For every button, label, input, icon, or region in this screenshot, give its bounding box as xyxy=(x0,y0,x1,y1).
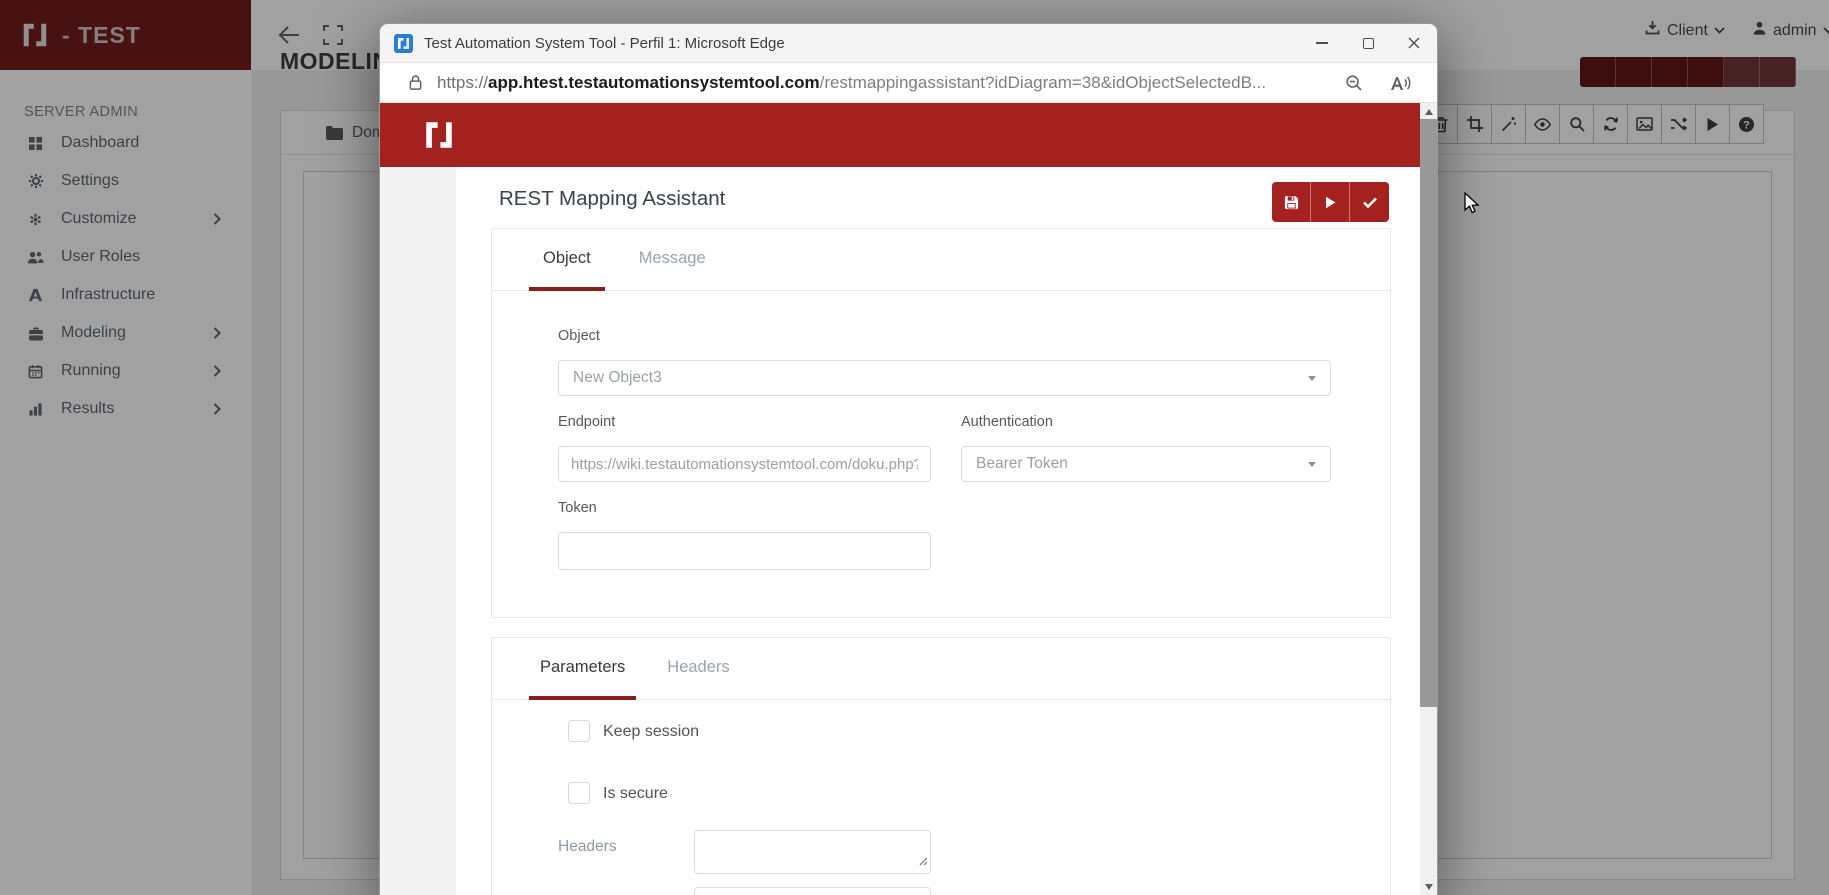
endpoint-input[interactable] xyxy=(558,446,931,482)
scroll-down-icon xyxy=(1425,884,1433,890)
url-domain: app.htest.testautomationsystemtool.com xyxy=(488,73,820,92)
scroll-up-button[interactable] xyxy=(1420,103,1437,120)
mouse-cursor xyxy=(1463,192,1485,221)
secondary-tabs: Parameters Headers xyxy=(492,638,1390,700)
authentication-select[interactable]: Bearer Token xyxy=(961,446,1331,482)
zoom-out-icon[interactable] xyxy=(1345,74,1363,92)
page-title: REST Mapping Assistant xyxy=(499,187,725,211)
object-select[interactable]: New Object3 xyxy=(558,360,1331,396)
authentication-field-label: Authentication xyxy=(961,414,1053,430)
authentication-select-value: Bearer Token xyxy=(976,455,1068,473)
token-input[interactable] xyxy=(558,532,931,570)
popup-scrollbar[interactable] xyxy=(1420,103,1437,895)
close-icon xyxy=(1408,37,1420,49)
tab-label: Message xyxy=(639,249,706,268)
read-aloud-icon[interactable] xyxy=(1390,74,1411,92)
tab-label: Parameters xyxy=(540,658,625,677)
object-panel: Object Message Object New Object3 Endpoi… xyxy=(491,228,1391,618)
tab-headers[interactable]: Headers xyxy=(656,638,740,700)
resize-grip-icon[interactable] xyxy=(919,853,928,871)
minimize-button[interactable] xyxy=(1299,24,1345,62)
tab-object[interactable]: Object xyxy=(529,229,605,291)
scrollbar-thumb[interactable] xyxy=(1420,119,1437,707)
url-text[interactable]: https://app.htest.testautomationsystemto… xyxy=(437,73,1266,93)
extra-input[interactable] xyxy=(694,887,931,895)
parameters-panel: Parameters Headers Keep session Is secur… xyxy=(491,637,1391,895)
object-field-label: Object xyxy=(558,328,600,344)
edge-popup-window: Test Automation System Tool - Perfil 1: … xyxy=(379,23,1438,895)
url-scheme: https:// xyxy=(437,73,488,92)
window-title: Test Automation System Tool - Perfil 1: … xyxy=(424,35,785,52)
save-button[interactable] xyxy=(1272,182,1311,222)
window-controls xyxy=(1299,24,1437,62)
tab-parameters[interactable]: Parameters xyxy=(529,638,636,700)
url-path: /restmappingassistant?idDiagram=38&idObj… xyxy=(820,73,1267,92)
token-field-label: Token xyxy=(558,500,597,516)
window-titlebar[interactable]: Test Automation System Tool - Perfil 1: … xyxy=(380,24,1437,63)
save-icon xyxy=(1284,195,1299,210)
caret-down-icon xyxy=(1308,376,1316,381)
popup-page: REST Mapping Assistant Object Message Ob… xyxy=(380,103,1422,895)
address-bar[interactable]: https://app.htest.testautomationsystemto… xyxy=(380,63,1437,103)
brand-logo-icon xyxy=(422,118,456,152)
caret-down-icon xyxy=(1308,462,1316,467)
minimize-icon xyxy=(1316,42,1328,43)
tab-label: Headers xyxy=(667,658,729,677)
tab-label: Object xyxy=(543,249,591,268)
popup-app-header xyxy=(380,103,1422,167)
play-icon xyxy=(1325,196,1336,209)
primary-tabs: Object Message xyxy=(492,229,1390,291)
confirm-button[interactable] xyxy=(1350,182,1389,222)
maximize-icon xyxy=(1363,38,1374,49)
run-button[interactable] xyxy=(1311,182,1350,222)
maximize-button[interactable] xyxy=(1345,24,1391,62)
scroll-up-icon xyxy=(1425,109,1433,115)
keep-session-checkbox[interactable] xyxy=(568,720,590,742)
tab-message[interactable]: Message xyxy=(625,229,720,291)
lock-icon xyxy=(408,74,423,91)
is-secure-label: Is secure xyxy=(603,785,668,803)
edge-favicon xyxy=(394,34,413,53)
endpoint-field-label: Endpoint xyxy=(558,414,615,430)
address-bar-icons xyxy=(1345,74,1411,92)
keep-session-label: Keep session xyxy=(603,723,699,741)
headers-field-label: Headers xyxy=(558,838,617,856)
headers-textarea[interactable] xyxy=(694,830,931,874)
object-select-value: New Object3 xyxy=(573,369,662,387)
scroll-down-button[interactable] xyxy=(1420,878,1437,895)
is-secure-checkbox[interactable] xyxy=(568,782,590,804)
check-icon xyxy=(1363,197,1377,208)
header-buttons xyxy=(1272,182,1389,222)
close-button[interactable] xyxy=(1391,24,1437,62)
